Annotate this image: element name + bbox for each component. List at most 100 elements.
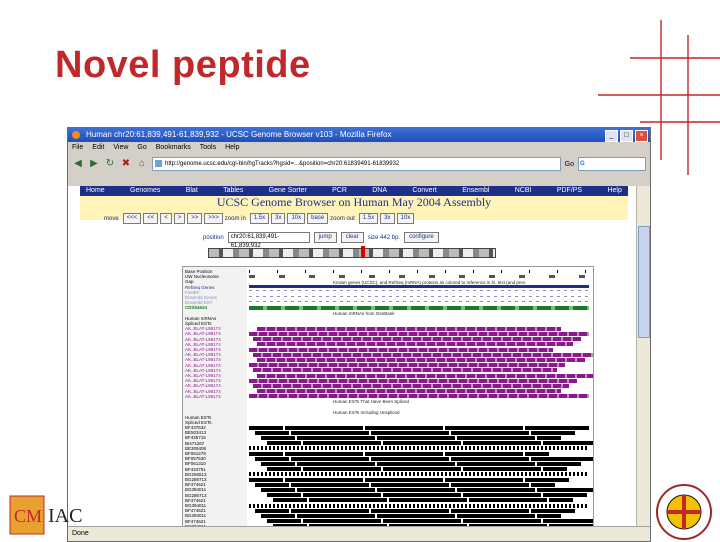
search-input[interactable]: G — [578, 157, 646, 171]
nav-ncbi[interactable]: NCBI — [515, 186, 532, 196]
scrollbar-thumb[interactable] — [638, 226, 650, 338]
clear-button[interactable]: clear — [340, 232, 364, 243]
track-feature[interactable] — [257, 342, 573, 347]
track-feature[interactable] — [255, 482, 555, 487]
track-feature[interactable] — [249, 269, 589, 273]
nav-help[interactable]: Help — [607, 186, 621, 196]
position-input[interactable]: chr20:61,839,491-61,839,932 — [227, 232, 310, 249]
home-icon[interactable]: ⌂ — [136, 158, 148, 170]
zoom-move-controls: move <<< << < > >> >>> zoom in 1.5x 3x 1… — [104, 213, 415, 224]
minimize-button[interactable]: _ — [605, 130, 618, 142]
track-feature[interactable] — [249, 300, 589, 302]
track-label[interactable]: AK..BLAT-L98174 — [185, 394, 247, 399]
close-button[interactable]: × — [635, 130, 648, 142]
track-feature[interactable] — [249, 347, 553, 352]
slide-title: Novel peptide — [55, 44, 311, 86]
zoom-in-3x-button[interactable]: 3x — [271, 213, 286, 224]
google-icon: G — [580, 161, 585, 167]
track-feature[interactable] — [257, 326, 561, 331]
track-feature[interactable] — [249, 472, 589, 477]
go-button[interactable]: Go — [565, 161, 574, 168]
jump-button[interactable]: jump — [313, 232, 337, 243]
track-feature[interactable] — [249, 394, 589, 399]
nav-home[interactable]: Home — [86, 186, 105, 196]
back-arrow-icon[interactable]: ◀ — [72, 158, 84, 170]
track-feature[interactable] — [249, 477, 569, 482]
zoom-out-10x-button[interactable]: 10x — [396, 213, 415, 224]
zoom-in-1-5x-button[interactable]: 1.5x — [249, 213, 270, 224]
position-controls: position chr20:61,839,491-61,839,932 jum… — [203, 232, 439, 249]
track-feature[interactable] — [249, 305, 589, 310]
zoom-in-10x-button[interactable]: 10x — [287, 213, 306, 224]
vertical-scrollbar[interactable] — [636, 186, 650, 526]
track-feature[interactable] — [249, 285, 589, 289]
forward-arrow-icon[interactable]: ▶ — [88, 158, 100, 170]
track-feature[interactable] — [249, 451, 549, 456]
nav-genomes[interactable]: Genomes — [130, 186, 160, 196]
track-label[interactable]: CDS54534 — [185, 305, 247, 310]
move-left-3-button[interactable]: <<< — [122, 213, 142, 224]
nav-pdf-ps[interactable]: PDF/PS — [557, 186, 582, 196]
stop-icon[interactable]: ✖ — [120, 158, 132, 170]
track-display[interactable]: Base Position UW Nucleosome Gap RefSeq Gene… — [182, 266, 594, 526]
track-feature[interactable] — [249, 425, 589, 430]
menu-go[interactable]: Go — [137, 142, 146, 154]
move-left-2-button[interactable]: << — [143, 213, 159, 224]
zoom-out-3x-button[interactable]: 3x — [380, 213, 395, 224]
zoom-out-1-5x-button[interactable]: 1.5x — [358, 213, 379, 224]
track-feature[interactable] — [261, 435, 561, 440]
track-feature[interactable] — [261, 513, 561, 518]
track-feature[interactable] — [249, 446, 589, 451]
track-feature[interactable] — [267, 519, 593, 524]
track-feature[interactable] — [249, 363, 565, 368]
move-right-3-button[interactable]: >>> — [204, 213, 223, 224]
window-titlebar: Human chr20:61,839,491-61,839,932 - UCSC… — [68, 128, 650, 142]
track-feature[interactable] — [249, 274, 589, 278]
track-feature[interactable] — [255, 456, 593, 461]
reload-icon[interactable]: ↻ — [104, 158, 116, 170]
track-feature[interactable] — [253, 383, 569, 388]
track-feature[interactable] — [261, 487, 593, 492]
track-feature[interactable] — [249, 290, 589, 292]
configure-button[interactable]: configure — [404, 232, 439, 243]
track-feature[interactable] — [253, 337, 581, 342]
track-feature[interactable] — [249, 295, 589, 297]
menu-tools[interactable]: Tools — [200, 142, 216, 154]
chromosome-ideogram[interactable] — [208, 246, 496, 258]
track-feature[interactable] — [249, 378, 577, 383]
track-feature[interactable] — [267, 441, 593, 446]
nav-blat[interactable]: Blat — [186, 186, 198, 196]
page-icon — [155, 160, 162, 167]
move-label: move — [104, 215, 119, 222]
ucsc-header-title: UCSC Genome Browser on Human May 2004 As… — [216, 195, 492, 209]
track-feature[interactable] — [249, 503, 589, 508]
menu-bookmarks[interactable]: Bookmarks — [156, 142, 191, 154]
window-title: Human chr20:61,839,491-61,839,932 - UCSC… — [86, 130, 392, 139]
menu-edit[interactable]: Edit — [92, 142, 104, 154]
track-description: Human ESTs That Have Been Spliced — [333, 399, 409, 405]
ideogram-position-marker — [361, 246, 365, 258]
move-right-1-button[interactable]: > — [173, 213, 186, 224]
track-feature[interactable] — [273, 498, 573, 503]
track-feature[interactable] — [255, 430, 575, 435]
maximize-button[interactable]: □ — [620, 130, 633, 142]
menu-file[interactable]: File — [72, 142, 83, 154]
move-left-1-button[interactable]: < — [160, 213, 172, 224]
track-feature[interactable] — [257, 357, 585, 362]
cmiac-logo: IAC CM — [9, 495, 82, 535]
track-feature[interactable] — [257, 373, 593, 378]
track-feature[interactable] — [255, 508, 575, 513]
url-bar[interactable]: http://genome.ucsc.edu/cgi-bin/hgTracks?… — [152, 157, 561, 171]
track-feature[interactable] — [253, 368, 557, 373]
menu-help[interactable]: Help — [225, 142, 239, 154]
track-feature[interactable] — [267, 493, 587, 498]
move-right-2-button[interactable]: >> — [187, 213, 203, 224]
menu-view[interactable]: View — [113, 142, 128, 154]
track-feature[interactable] — [249, 331, 589, 336]
zoom-in-base-button[interactable]: base — [307, 213, 329, 224]
track-feature[interactable] — [267, 467, 567, 472]
size-label: size 442 bp. — [367, 234, 401, 241]
track-feature[interactable] — [257, 389, 561, 394]
track-feature[interactable] — [253, 352, 593, 357]
track-feature[interactable] — [261, 461, 581, 466]
